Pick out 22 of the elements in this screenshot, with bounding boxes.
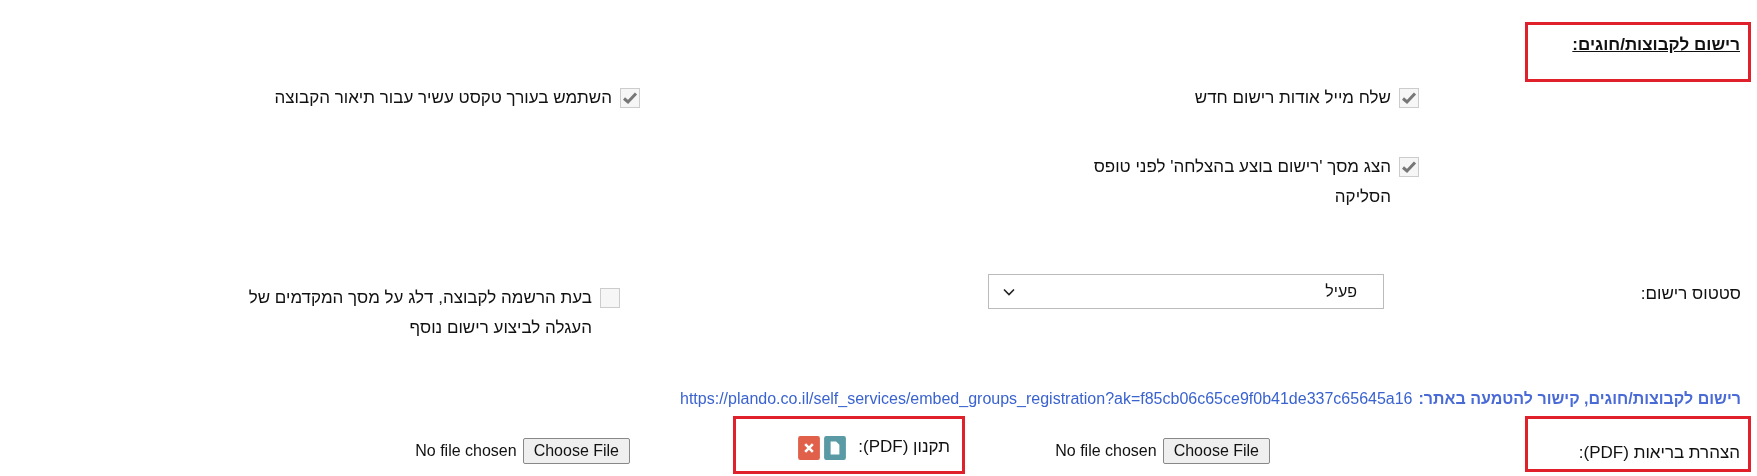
file-status: No file chosen [415, 442, 517, 460]
checkbox-label: השתמש בעורך טקסט עשיר עבור תיאור הקבוצה [274, 87, 612, 109]
checkbox[interactable] [600, 288, 620, 308]
upload-label: תקנון (PDF): [858, 437, 950, 457]
document-icon[interactable] [824, 436, 847, 460]
choose-file-button[interactable]: Choose File [522, 438, 630, 464]
checkbox[interactable] [1399, 88, 1419, 108]
section-title: רישום לקבוצות/חוגים: [1572, 35, 1740, 55]
upload-label: הצהרת בריאות (PDF): [1578, 443, 1740, 463]
choose-file-button[interactable]: Choose File [1162, 438, 1270, 464]
checkbox-label: בעת הרשמה לקבוצה, דלג על מסך המקדמים של העגלה לביצוע רישום נוסף [247, 287, 592, 339]
checkbox-label: שלח מייל אודות רישום חדש [1194, 87, 1391, 109]
checkbox[interactable] [620, 88, 640, 108]
file-status: No file chosen [1055, 442, 1157, 460]
status-label: סטטוס רישום: [1640, 284, 1741, 304]
chevron-down-icon [1003, 287, 1015, 296]
checkbox-label: הצג מסך 'רישום בוצע בהצלחה' לפני טופס הסליקה [1092, 156, 1391, 208]
embed-link-label: רישום לקבוצות/חוגים, קישור להטמעה באתר: [1418, 390, 1741, 408]
checkbox[interactable] [1399, 157, 1419, 177]
delete-icon[interactable] [798, 436, 821, 460]
status-dropdown[interactable]: פעיל [988, 274, 1384, 309]
embed-url-link[interactable]: https://plando.co.il/self_services/embed_groups_registration?ak=f85cb06c65ce9f0b41de337c65645a16 [680, 390, 1413, 408]
